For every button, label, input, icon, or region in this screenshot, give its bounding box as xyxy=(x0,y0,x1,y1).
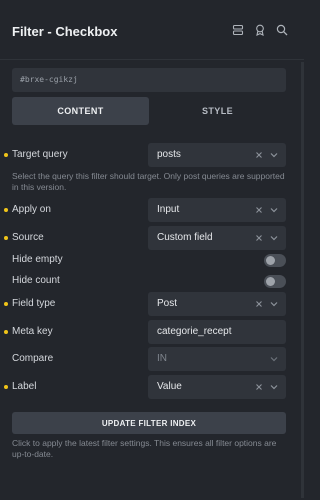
modified-dot xyxy=(4,208,8,212)
label-field-label: Label xyxy=(12,381,37,392)
field-type-row: Field type Post xyxy=(0,292,304,316)
meta-key-input[interactable]: categorie_recept xyxy=(148,320,286,344)
target-query-value: posts xyxy=(157,149,181,160)
target-query-label: Target query xyxy=(12,149,68,160)
hide-count-toggle[interactable] xyxy=(264,275,286,288)
clear-icon[interactable] xyxy=(256,235,262,241)
chevron-down-icon xyxy=(270,357,278,362)
modified-dot xyxy=(4,330,8,334)
label-select[interactable]: Value xyxy=(148,375,286,399)
modified-dot xyxy=(4,236,8,240)
chevron-down-icon xyxy=(270,302,278,307)
chevron-down-icon xyxy=(270,153,278,158)
update-filter-index-button[interactable]: UPDATE FILTER INDEX xyxy=(12,412,286,434)
target-query-select[interactable]: posts xyxy=(148,143,286,167)
field-type-value: Post xyxy=(157,298,178,309)
apply-on-value: Input xyxy=(157,204,180,215)
source-select[interactable]: Custom field xyxy=(148,226,286,250)
apply-on-label: Apply on xyxy=(12,204,51,215)
meta-key-value: categorie_recept xyxy=(157,326,232,337)
clear-icon[interactable] xyxy=(256,301,262,307)
label-row: Label Value xyxy=(0,375,304,399)
hide-count-label: Hide count xyxy=(12,275,60,286)
tab-content[interactable]: CONTENT xyxy=(12,97,149,125)
badge-icon[interactable] xyxy=(254,24,266,36)
chevron-down-icon xyxy=(270,236,278,241)
search-icon[interactable] xyxy=(276,24,288,36)
compare-row: Compare IN xyxy=(0,347,304,371)
panel-header: Filter - Checkbox xyxy=(0,0,304,60)
chevron-down-icon xyxy=(270,385,278,390)
field-type-label: Field type xyxy=(12,298,56,309)
layers-icon[interactable] xyxy=(232,24,244,36)
apply-on-select[interactable]: Input xyxy=(148,198,286,222)
panel-tabs: CONTENT STYLE xyxy=(12,97,286,125)
tab-style[interactable]: STYLE xyxy=(149,97,286,125)
target-query-row: Target query posts xyxy=(0,143,304,167)
panel-title: Filter - Checkbox xyxy=(12,24,118,39)
label-value: Value xyxy=(157,381,182,392)
modified-dot xyxy=(4,302,8,306)
filter-checkbox-panel: Filter - Checkbox #brxe-cgikzj CONTENT S… xyxy=(0,0,304,500)
target-query-description: Select the query this filter should targ… xyxy=(12,171,285,192)
modified-dot xyxy=(4,153,8,157)
source-row: Source Custom field xyxy=(0,226,304,250)
element-id-field[interactable]: #brxe-cgikzj xyxy=(12,68,286,92)
source-label: Source xyxy=(12,232,44,243)
clear-icon[interactable] xyxy=(256,384,262,390)
hide-count-row: Hide count xyxy=(0,269,304,293)
chevron-down-icon xyxy=(270,208,278,213)
source-value: Custom field xyxy=(157,232,213,243)
compare-placeholder: IN xyxy=(157,353,167,364)
update-filter-description: Click to apply the latest filter setting… xyxy=(12,438,277,459)
toggle-knob xyxy=(266,277,275,286)
scrollbar[interactable] xyxy=(301,62,304,498)
apply-on-row: Apply on Input xyxy=(0,198,304,222)
clear-icon[interactable] xyxy=(256,207,262,213)
hide-empty-toggle[interactable] xyxy=(264,254,286,267)
meta-key-label: Meta key xyxy=(12,326,53,337)
compare-select[interactable]: IN xyxy=(148,347,286,371)
clear-icon[interactable] xyxy=(256,152,262,158)
meta-key-row: Meta key categorie_recept xyxy=(0,320,304,344)
toggle-knob xyxy=(266,256,275,265)
field-type-select[interactable]: Post xyxy=(148,292,286,316)
compare-label: Compare xyxy=(12,353,54,364)
modified-dot xyxy=(4,385,8,389)
header-icons xyxy=(232,24,288,36)
